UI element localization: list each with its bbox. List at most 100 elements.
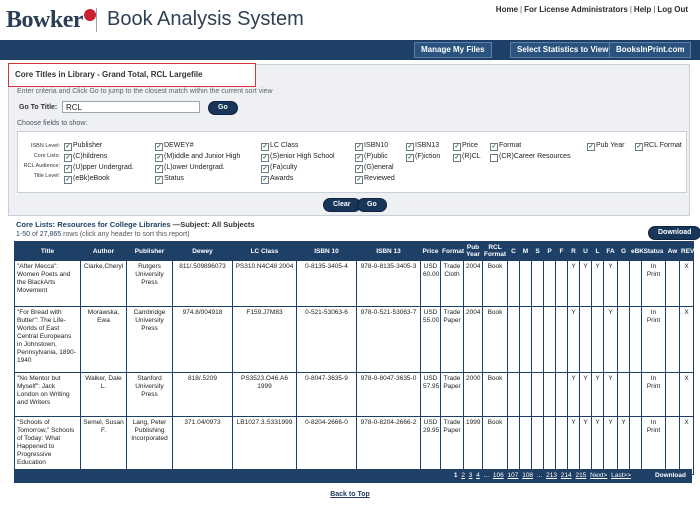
page-214[interactable]: 214 <box>561 472 572 479</box>
checkbox-public[interactable]: ✓ (P)ublic <box>355 153 388 162</box>
checkbox-rcl[interactable]: ✓ (R)CL <box>453 153 481 162</box>
bowker-logo[interactable]: Bowker <box>6 7 96 34</box>
checkbox-checked-icon: ✓ <box>635 143 643 151</box>
col-g[interactable]: G <box>617 241 630 261</box>
col-rcl-format[interactable]: RCL Format <box>482 241 508 261</box>
checkbox-senior-high[interactable]: ✓ (S)enior High School <box>261 153 335 162</box>
last-page-link[interactable]: Last>> <box>611 472 631 479</box>
col-lc-class[interactable]: LC Class <box>232 241 297 261</box>
goto-title-input[interactable]: RCL <box>62 101 200 113</box>
table-row[interactable]: "After Mecca": Women Poets and the Black… <box>14 260 694 307</box>
core-list-link[interactable]: Core Lists: Resources for College Librar… <box>16 220 171 229</box>
link-logout[interactable]: Log Out <box>657 5 688 14</box>
col-rev[interactable]: REV <box>679 241 694 261</box>
col-isbn10[interactable]: ISBN 10 <box>296 241 357 261</box>
cell-title[interactable]: "After Mecca": Women Poets and the Black… <box>14 260 81 307</box>
next-page-link[interactable]: Next> <box>590 472 607 479</box>
page-1[interactable]: 1 <box>454 472 458 479</box>
cell-pub-year: 2004 <box>463 306 483 373</box>
checkbox-publisher[interactable]: ✓ Publisher <box>64 142 102 151</box>
cell-c <box>507 306 520 373</box>
checkbox-childrens[interactable]: ✓ (C)hildrens <box>64 153 107 162</box>
page-213[interactable]: 213 <box>546 472 557 479</box>
goto-go-button[interactable]: Go <box>208 101 238 115</box>
select-statistics-button[interactable]: Select Statistics to View <box>510 42 616 58</box>
link-license-admins[interactable]: For License Administrators <box>524 5 628 14</box>
checkbox-fiction[interactable]: ✓ (F)iction <box>406 153 440 162</box>
checkbox-price[interactable]: ✓ Price <box>453 142 478 151</box>
download-button[interactable]: Download <box>648 226 700 240</box>
col-publisher[interactable]: Publisher <box>126 241 173 261</box>
checkbox-lc-class[interactable]: ✓ LC Class <box>261 142 298 151</box>
col-r[interactable]: R <box>567 241 580 261</box>
cell-title[interactable]: "No Mentor but Myself": Jack London on W… <box>14 372 81 417</box>
cell-ebk <box>629 416 642 475</box>
page-107[interactable]: 107 <box>508 472 519 479</box>
col-format[interactable]: Format <box>440 241 464 261</box>
col-p[interactable]: P <box>543 241 556 261</box>
link-home[interactable]: Home <box>496 5 518 14</box>
cell-c <box>507 260 520 307</box>
col-pub-year[interactable]: Pub Year <box>463 241 483 261</box>
cell-title[interactable]: "For Bread with Butter": The Life-Worlds… <box>14 306 81 373</box>
table-row[interactable]: "Schools of Tomorrow," Schools of Today:… <box>14 416 694 475</box>
cell-aw <box>665 260 680 307</box>
col-price[interactable]: Price <box>420 241 441 261</box>
title-level-label: Title Level: <box>33 173 60 179</box>
table-row[interactable]: "For Bread with Butter": The Life-Worlds… <box>14 306 694 373</box>
col-u[interactable]: U <box>579 241 592 261</box>
page-215[interactable]: 215 <box>575 472 586 479</box>
checkbox-lower-undergrad[interactable]: ✓ (L)ower Undergrad. <box>155 164 225 173</box>
page-106[interactable]: 106 <box>493 472 504 479</box>
page-108[interactable]: 108 <box>522 472 533 479</box>
col-ebk[interactable]: eBK <box>629 241 644 261</box>
checkbox-career-resources[interactable]: ✓(CR)Career Resources <box>490 153 571 162</box>
checkbox-status[interactable]: ✓ Status <box>155 175 184 184</box>
col-l[interactable]: L <box>591 241 604 261</box>
col-c[interactable]: C <box>507 241 520 261</box>
page-4[interactable]: 4 <box>476 472 480 479</box>
checkbox-faculty[interactable]: ✓ (Fa)culty <box>261 164 297 173</box>
cell-g: Y <box>617 416 630 475</box>
cell-c <box>507 416 520 475</box>
col-aw[interactable]: Aw <box>665 241 680 261</box>
clear-button[interactable]: Clear <box>323 198 361 212</box>
checkbox-general[interactable]: ✓ (G)eneral <box>355 164 394 173</box>
col-m[interactable]: M <box>519 241 532 261</box>
checkbox-checked-icon: ✓ <box>355 143 363 151</box>
col-dewey[interactable]: Dewey <box>172 241 233 261</box>
checkbox-reviewed[interactable]: ✓ Reviewed <box>355 175 395 184</box>
booksinprint-button[interactable]: BooksInPrint.com <box>609 42 692 58</box>
checkbox-pub-year[interactable]: ✓ Pub Year <box>587 142 624 151</box>
manage-files-button[interactable]: Manage My Files <box>414 42 492 58</box>
col-s[interactable]: S <box>531 241 544 261</box>
link-help[interactable]: Help <box>634 5 651 14</box>
checkbox-checked-icon: ✓ <box>64 154 72 162</box>
apply-go-button[interactable]: Go <box>357 198 387 212</box>
col-f[interactable]: F <box>555 241 568 261</box>
checkbox-checked-icon: ✓ <box>64 143 72 151</box>
checkbox-isbn10[interactable]: ✓ ISBN10 <box>355 142 388 151</box>
checkbox-middle-junior[interactable]: ✓ (M)iddle and Junior High <box>155 153 240 162</box>
checkbox-isbn13[interactable]: ✓ ISBN13 <box>406 142 439 151</box>
cell-u: Y <box>579 260 592 307</box>
col-isbn13[interactable]: ISBN 13 <box>356 241 421 261</box>
checkbox-dewey[interactable]: ✓ DEWEY# <box>155 142 194 151</box>
checkbox-awards[interactable]: ✓ Awards <box>261 175 293 184</box>
cell-ebk <box>629 306 642 373</box>
checkbox-rcl-format[interactable]: ✓ RCL Format <box>635 142 682 151</box>
col-status[interactable]: Status <box>641 241 666 261</box>
page-3[interactable]: 3 <box>469 472 473 479</box>
footer-download-link[interactable]: Download <box>655 472 686 479</box>
back-to-top-link[interactable]: Back to Top <box>0 491 700 498</box>
checkbox-upper-undergrad[interactable]: ✓ (U)pper Undergrad. <box>64 164 134 173</box>
page-2[interactable]: 2 <box>461 472 465 479</box>
col-title[interactable]: Title <box>14 241 81 261</box>
checkbox-format[interactable]: ✓ Format <box>490 142 521 151</box>
table-row[interactable]: "No Mentor but Myself": Jack London on W… <box>14 372 694 417</box>
col-fa[interactable]: FA <box>603 241 618 261</box>
checkbox-ebook[interactable]: ✓ (eBk)eBook <box>64 175 110 184</box>
cell-p <box>543 260 556 307</box>
cell-title[interactable]: "Schools of Tomorrow," Schools of Today:… <box>14 416 81 475</box>
col-author[interactable]: Author <box>80 241 127 261</box>
